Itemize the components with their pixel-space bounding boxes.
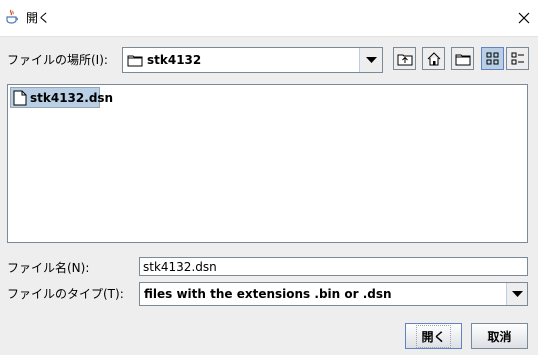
details-view-icon	[511, 52, 524, 64]
new-folder-icon	[455, 54, 470, 65]
folder-icon	[127, 53, 143, 67]
list-item[interactable]: stk4132.dsn	[10, 87, 113, 108]
list-view-icon	[486, 52, 498, 64]
title-bar: 開く	[0, 0, 538, 36]
chevron-down-icon	[365, 56, 377, 63]
location-label: ファイルの場所(I):	[7, 53, 108, 67]
details-view-button[interactable]	[506, 47, 529, 70]
location-value: stk4132	[147, 53, 202, 67]
java-cup-icon	[4, 9, 20, 25]
close-icon[interactable]	[516, 10, 532, 26]
file-name: stk4132.dsn	[30, 91, 114, 105]
filename-label: ファイル名(N):	[7, 261, 90, 275]
filetype-dropdown-button[interactable]	[506, 283, 527, 305]
new-folder-button[interactable]	[451, 47, 474, 70]
chevron-down-icon	[511, 290, 523, 297]
filetype-label: ファイルのタイプ(T):	[7, 287, 124, 301]
home-icon	[427, 51, 440, 65]
up-one-level-button[interactable]	[393, 47, 416, 70]
cancel-button[interactable]: 取消	[471, 323, 528, 349]
cancel-button-label: 取消	[487, 329, 512, 344]
filename-value: stk4132.dsn	[143, 260, 217, 274]
open-button[interactable]: 開く	[405, 323, 462, 349]
file-list[interactable]: stk4132.dsn	[7, 84, 528, 243]
list-view-button[interactable]	[481, 47, 504, 70]
up-one-level-icon	[397, 54, 412, 65]
filetype-value: files with the extensions .bin or .dsn	[144, 287, 392, 301]
file-icon	[13, 90, 27, 106]
window-title: 開く	[26, 11, 51, 25]
filename-field[interactable]: stk4132.dsn	[139, 257, 528, 276]
open-button-label: 開く	[416, 324, 451, 348]
filetype-combobox[interactable]: files with the extensions .bin or .dsn	[139, 282, 528, 306]
location-combobox[interactable]: stk4132	[122, 47, 383, 73]
location-dropdown-button[interactable]	[359, 48, 382, 72]
home-button[interactable]	[422, 47, 445, 70]
